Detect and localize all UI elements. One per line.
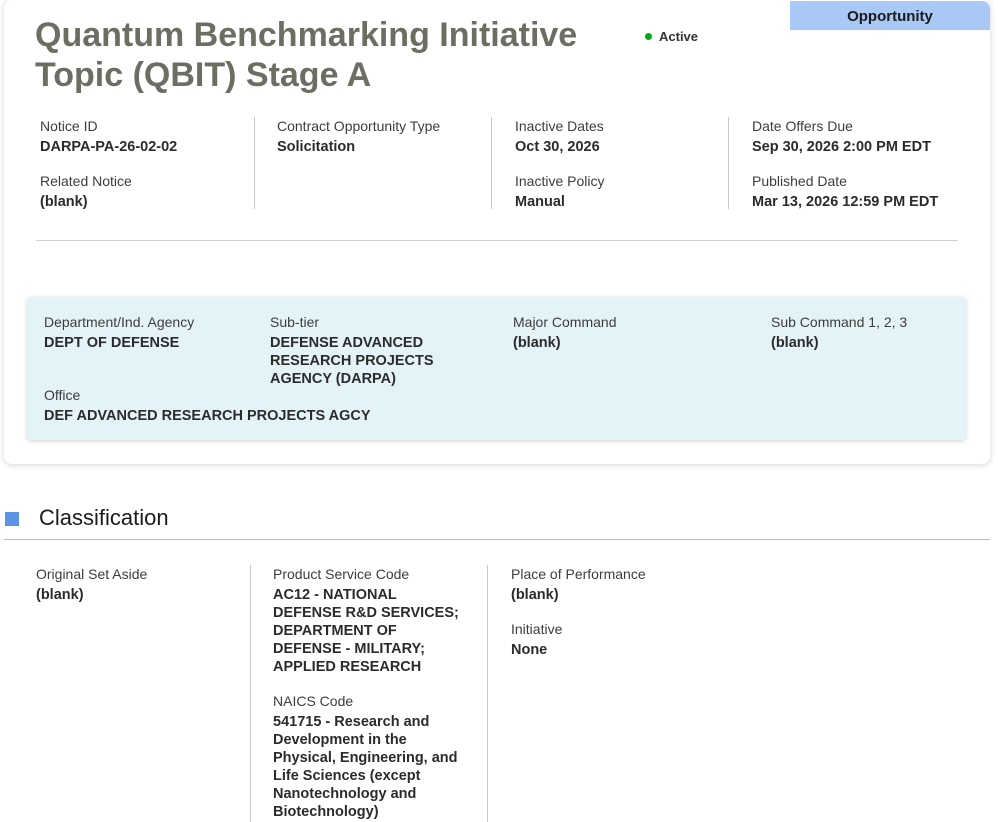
contract-type-value: Solicitation — [277, 139, 356, 155]
published-date-value: Mar 13, 2026 12:59 PM EDT — [752, 194, 939, 210]
sub-command-value: (blank) — [771, 335, 819, 351]
status-label: Active — [659, 29, 699, 44]
overview-column-1: Notice ID DARPA-PA-26-02-02 Related Noti… — [40, 117, 255, 211]
product-service-code-value: AC12 - NATIONAL DEFENSE R&D SERVICES; DE… — [273, 587, 459, 675]
status-indicator: Active — [645, 29, 698, 44]
overview-column-3: Inactive Dates Oct 30, 2026 Inactive Pol… — [515, 117, 729, 211]
initiative-field: Initiative None — [511, 620, 725, 659]
place-of-performance-value: (blank) — [511, 587, 559, 603]
department-label: Department/Ind. Agency — [44, 314, 195, 330]
related-notice-value: (blank) — [40, 194, 88, 210]
sub-command-field: Sub Command 1, 2, 3 (blank) — [771, 313, 951, 352]
sub-tier-field: Sub-tier DEFENSE ADVANCED RESEARCH PROJE… — [270, 313, 498, 388]
related-notice-label: Related Notice — [40, 173, 132, 189]
place-of-performance-label: Place of Performance — [511, 566, 646, 582]
inactive-policy-field: Inactive Policy Manual — [515, 172, 728, 211]
opportunity-card: Opportunity Quantum Benchmarking Initiat… — [4, 0, 990, 464]
contract-type-label: Contract Opportunity Type — [277, 118, 441, 134]
classification-column-2: Product Service Code AC12 - NATIONAL DEF… — [273, 565, 488, 822]
overview-divider — [36, 240, 958, 241]
sub-command-label: Sub Command 1, 2, 3 — [771, 314, 908, 330]
original-set-aside-field: Original Set Aside (blank) — [36, 565, 250, 604]
published-date-label: Published Date — [752, 173, 847, 189]
sub-tier-value: DEFENSE ADVANCED RESEARCH PROJECTS AGENC… — [270, 335, 434, 387]
office-field: Office DEF ADVANCED RESEARCH PROJECTS AG… — [44, 386, 544, 425]
naics-code-field: NAICS Code 541715 - Research and Develop… — [273, 692, 487, 821]
major-command-label: Major Command — [513, 314, 617, 330]
published-date-field: Published Date Mar 13, 2026 12:59 PM EDT — [752, 172, 982, 211]
inactive-dates-label: Inactive Dates — [515, 118, 604, 134]
place-of-performance-field: Place of Performance (blank) — [511, 565, 725, 604]
page-title: Quantum Benchmarking Initiative Topic (Q… — [35, 16, 578, 94]
related-notice-field: Related Notice (blank) — [40, 172, 254, 211]
date-offers-due-value: Sep 30, 2026 2:00 PM EDT — [752, 139, 931, 155]
department-field: Department/Ind. Agency DEPT OF DEFENSE — [44, 313, 249, 352]
classification-column-3: Place of Performance (blank) Initiative … — [511, 565, 725, 675]
overview-column-4: Date Offers Due Sep 30, 2026 2:00 PM EDT… — [752, 117, 982, 227]
section-marker-icon — [5, 512, 19, 526]
contract-type-field: Contract Opportunity Type Solicitation — [277, 117, 491, 156]
sub-tier-label: Sub-tier — [270, 314, 320, 330]
notice-id-field: Notice ID DARPA-PA-26-02-02 — [40, 117, 254, 156]
opportunity-badge: Opportunity — [790, 1, 990, 30]
date-offers-due-label: Date Offers Due — [752, 118, 853, 134]
inactive-policy-value: Manual — [515, 194, 565, 210]
agency-panel: Department/Ind. Agency DEPT OF DEFENSE S… — [27, 297, 966, 440]
overview-column-2: Contract Opportunity Type Solicitation — [277, 117, 492, 209]
classification-heading: Classification — [39, 505, 169, 530]
status-dot-icon — [645, 33, 652, 40]
initiative-value: None — [511, 642, 548, 658]
product-service-code-label: Product Service Code — [273, 566, 410, 582]
inactive-dates-field: Inactive Dates Oct 30, 2026 — [515, 117, 728, 156]
department-value: DEPT OF DEFENSE — [44, 335, 180, 351]
office-value: DEF ADVANCED RESEARCH PROJECTS AGCY — [44, 408, 371, 424]
major-command-value: (blank) — [513, 335, 561, 351]
classification-column-1: Original Set Aside (blank) — [36, 565, 251, 822]
original-set-aside-value: (blank) — [36, 587, 84, 603]
inactive-policy-label: Inactive Policy — [515, 173, 605, 189]
notice-id-value: DARPA-PA-26-02-02 — [40, 139, 178, 155]
date-offers-due-field: Date Offers Due Sep 30, 2026 2:00 PM EDT — [752, 117, 982, 156]
major-command-field: Major Command (blank) — [513, 313, 733, 352]
classification-section-header: Classification — [4, 505, 990, 540]
product-service-code-field: Product Service Code AC12 - NATIONAL DEF… — [273, 565, 487, 676]
original-set-aside-label: Original Set Aside — [36, 566, 148, 582]
notice-id-label: Notice ID — [40, 118, 98, 134]
office-label: Office — [44, 387, 81, 403]
naics-code-value: 541715 - Research and Development in the… — [273, 714, 458, 820]
naics-code-label: NAICS Code — [273, 693, 354, 709]
initiative-label: Initiative — [511, 621, 563, 637]
inactive-dates-value: Oct 30, 2026 — [515, 139, 600, 155]
